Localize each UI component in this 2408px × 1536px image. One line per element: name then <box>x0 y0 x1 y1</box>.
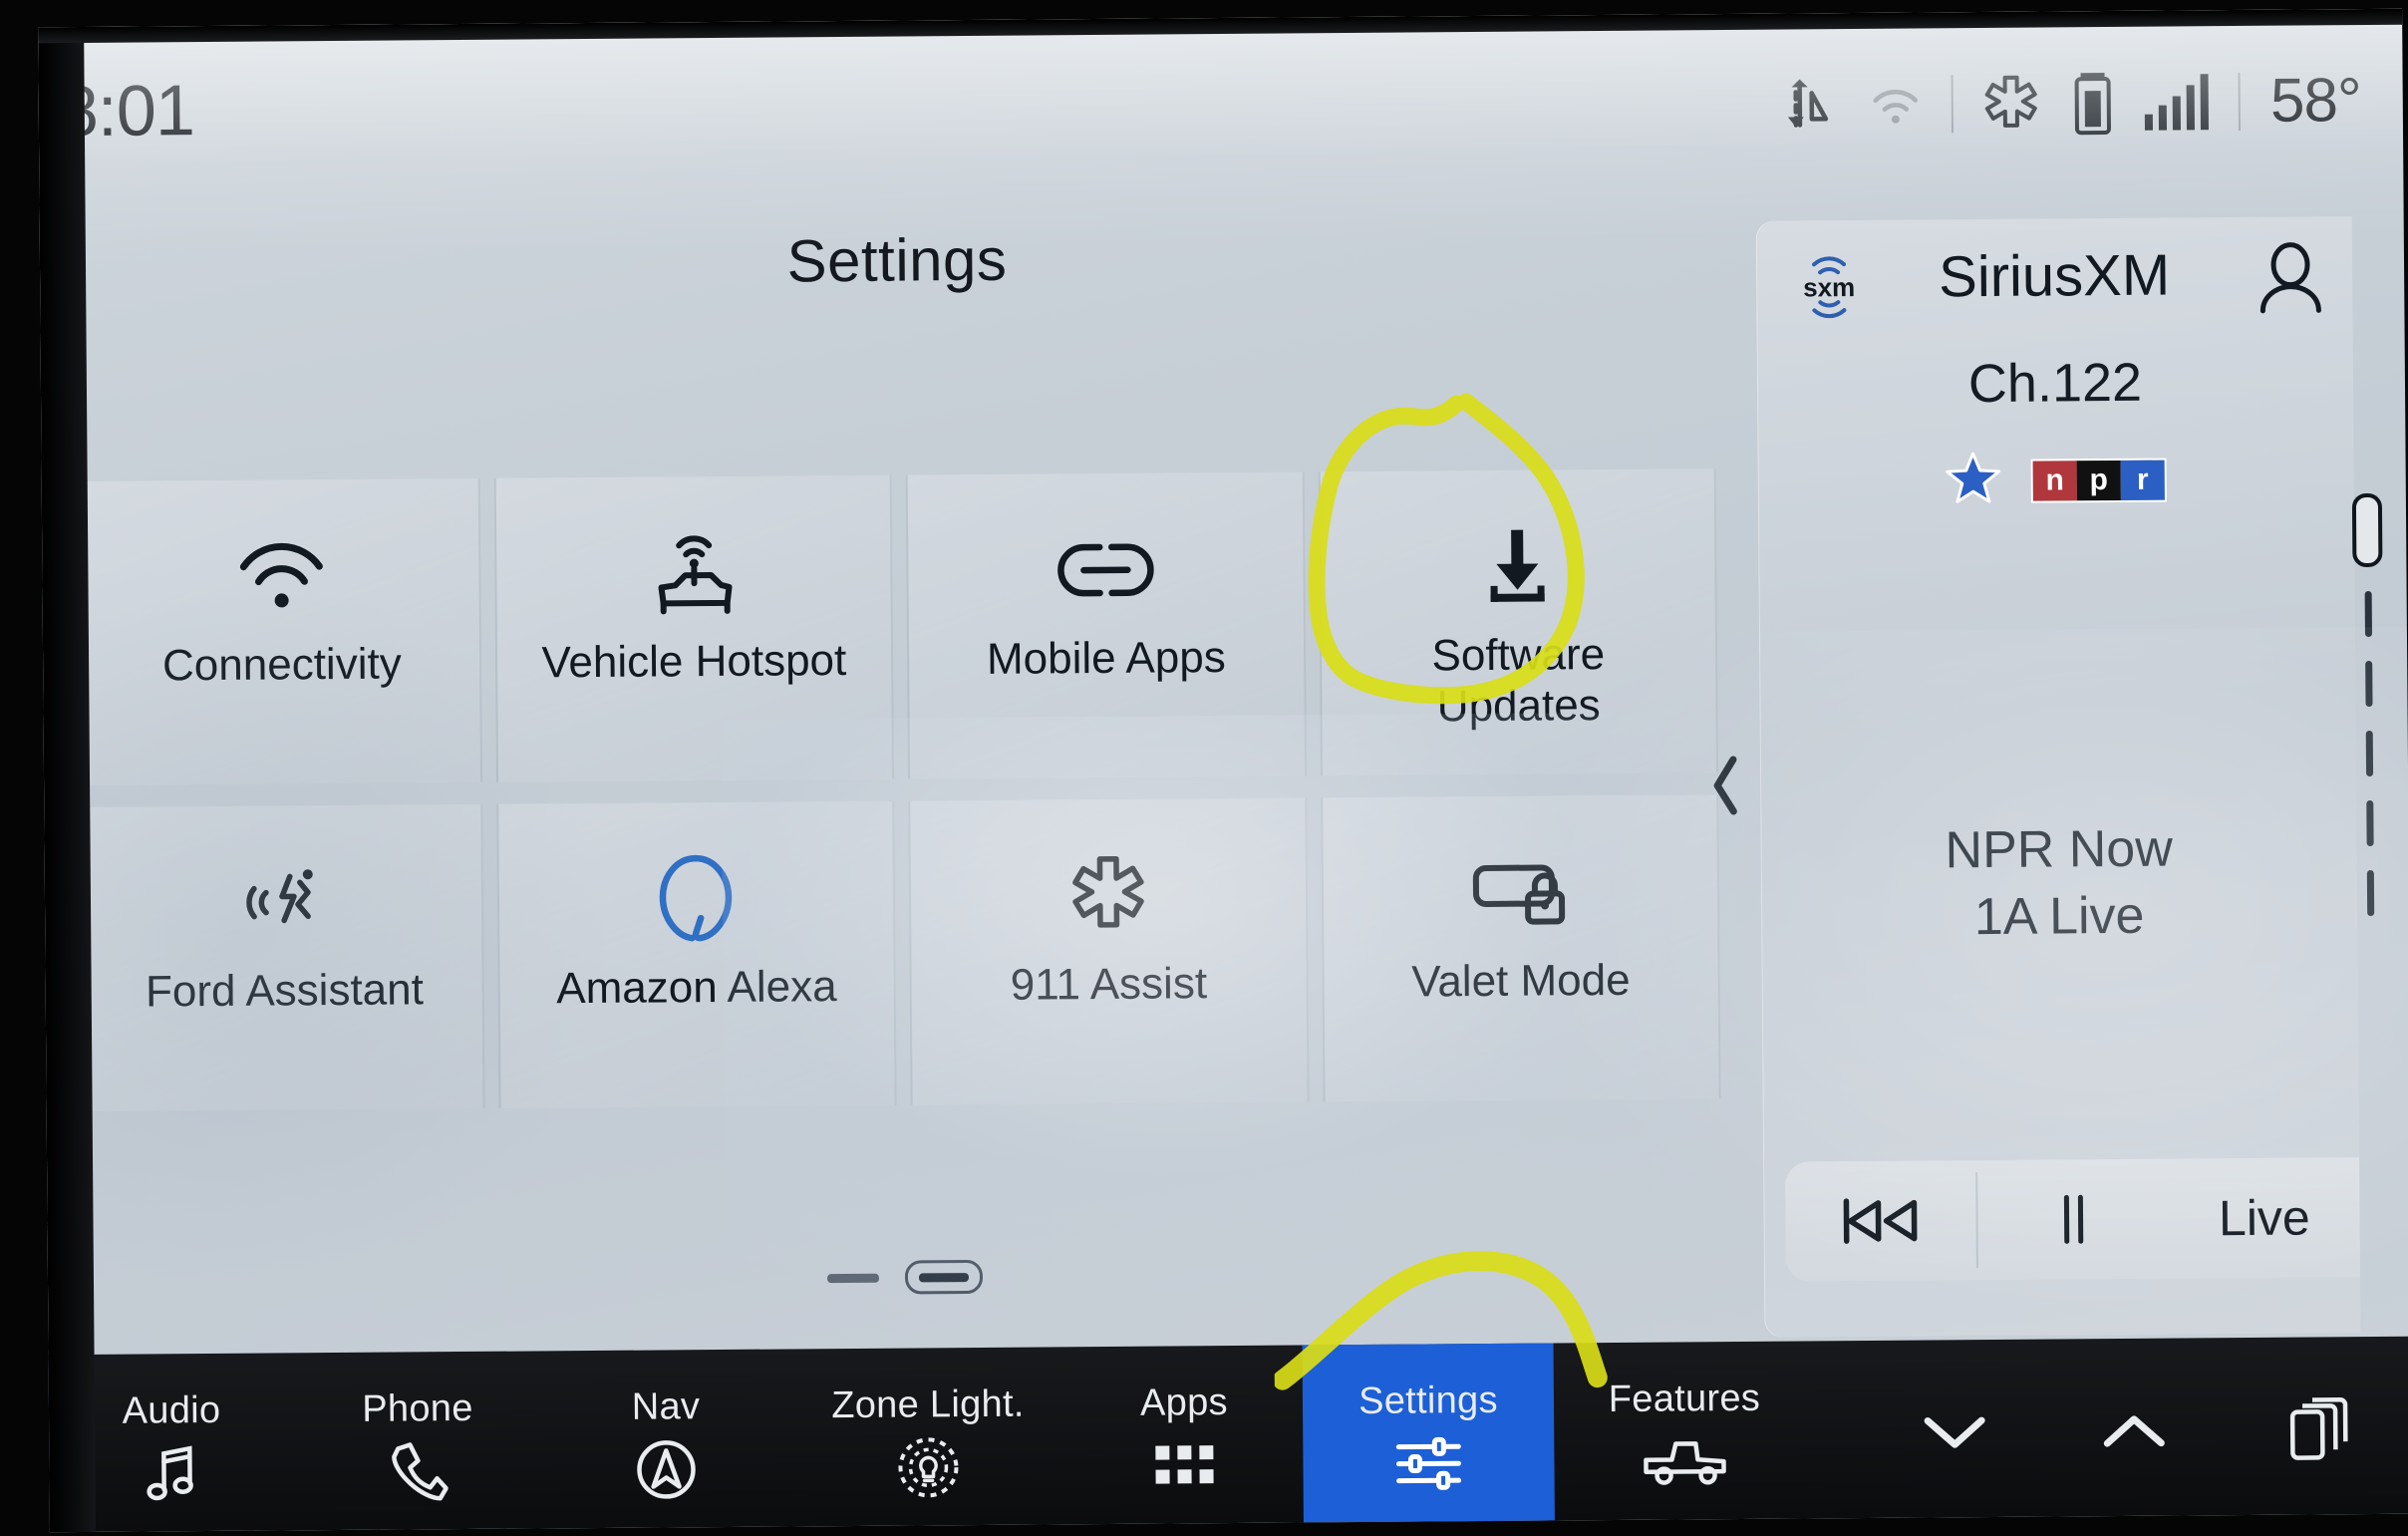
status-icon-group: 58° <box>1776 65 2361 141</box>
tile-label: Ford Assistant <box>145 965 425 1017</box>
live-button[interactable]: Live <box>2169 1157 2360 1278</box>
npr-logo: n p r <box>2030 458 2167 503</box>
nav-label: Nav <box>631 1384 701 1428</box>
nav-item-nav[interactable]: Nav <box>541 1349 791 1528</box>
cellular-signal-icon <box>2143 72 2213 133</box>
tile-label: Mobile Apps <box>986 632 1226 684</box>
media-panel: sxm SiriusXM Ch.122 n p r NPR Now 1A Liv… <box>1755 216 2361 1338</box>
tile-ford-assistant[interactable]: Ford Assistant <box>84 803 485 1111</box>
alexa-ring-icon <box>653 840 740 959</box>
vehicle-hotspot-icon <box>641 514 746 633</box>
apps-grid-icon <box>1153 1434 1215 1496</box>
tile-amazon-alexa[interactable]: Amazon Alexa <box>495 800 897 1108</box>
voice-assistant-icon <box>237 843 330 962</box>
scrollbar-tick <box>2365 730 2373 777</box>
tile-label: Software Updates <box>1321 628 1715 734</box>
status-bar: 8:01 58° <box>38 25 2403 193</box>
nav-control-expand[interactable] <box>2044 1338 2225 1516</box>
tile-connectivity[interactable]: Connectivity <box>81 477 482 786</box>
now-playing-title: NPR Now <box>1945 819 2173 880</box>
page-dot-1[interactable] <box>826 1273 880 1283</box>
now-playing-subtitle: 1A Live <box>1973 886 2145 946</box>
page-dot-2-active[interactable] <box>904 1259 984 1295</box>
valet-lock-icon <box>1468 833 1573 952</box>
media-panel-header: sxm SiriusXM <box>1756 216 2353 341</box>
bottom-nav-bar: Audio Phone Nav Zone Light. Apps Setting… <box>48 1336 2408 1533</box>
scrollbar-thumb[interactable] <box>2351 492 2383 568</box>
profile-icon[interactable] <box>2255 240 2327 322</box>
chevron-left-icon[interactable] <box>1696 746 1757 825</box>
zone-lighting-icon <box>896 1436 960 1499</box>
transport-controls: Live <box>1785 1157 2361 1282</box>
nav-control-recents[interactable] <box>2224 1337 2408 1515</box>
npr-letter-r: r <box>2120 460 2165 500</box>
truck-icon <box>1642 1430 1727 1493</box>
scrollbar-tick <box>2364 590 2372 638</box>
nav-control-collapse[interactable] <box>1865 1340 2045 1518</box>
npr-letter-p: p <box>2076 460 2121 500</box>
tile-911-assist[interactable]: 911 Assist <box>908 797 1310 1105</box>
pause-button[interactable] <box>1977 1159 2169 1280</box>
navigation-icon <box>635 1438 697 1500</box>
photo-frame: 8:01 58° Settings Connectivity Vehicle H… <box>0 0 2408 1536</box>
tile-mobile-apps[interactable]: Mobile Apps <box>905 471 1307 779</box>
nav-label: Apps <box>1139 1381 1229 1424</box>
nav-label: Audio <box>122 1388 221 1432</box>
tile-valet-mode[interactable]: Valet Mode <box>1320 794 1721 1102</box>
emergency-assist-icon <box>1979 71 2044 136</box>
vehicle-touchscreen: 8:01 58° Settings Connectivity Vehicle H… <box>38 8 2408 1533</box>
wifi-icon <box>235 517 328 636</box>
nav-item-phone[interactable]: Phone <box>294 1351 542 1530</box>
nav-label: Zone Light. <box>831 1382 1025 1426</box>
npr-letter-n: n <box>2032 460 2077 501</box>
link-icon <box>1055 511 1156 630</box>
settings-tile-grid: Connectivity Vehicle Hotspot Mobile Apps… <box>81 468 1721 1129</box>
chevron-down-icon <box>1920 1401 1989 1464</box>
nav-label: Phone <box>362 1386 473 1430</box>
favorite-star-icon[interactable] <box>1946 451 2001 511</box>
chevron-up-icon <box>2099 1400 2169 1463</box>
page-title: Settings <box>786 225 1008 295</box>
screen-content: 8:01 58° Settings Connectivity Vehicle H… <box>38 25 2408 1360</box>
music-note-icon <box>144 1442 199 1504</box>
sliders-icon <box>1394 1432 1462 1495</box>
nav-label: Settings <box>1357 1379 1498 1422</box>
recent-cards-icon <box>2286 1396 2350 1461</box>
rewind-button[interactable] <box>1785 1160 1976 1281</box>
channel-number: Ch.122 <box>1967 352 2143 415</box>
download-icon <box>1476 507 1559 626</box>
status-divider <box>2238 72 2242 131</box>
phone-icon <box>388 1440 449 1502</box>
tile-label: 911 Assist <box>1010 959 1208 1010</box>
nav-item-features[interactable]: Features <box>1554 1341 1816 1520</box>
status-divider <box>1951 74 1955 133</box>
nav-item-settings[interactable]: Settings <box>1302 1343 1555 1523</box>
nav-label: Features <box>1608 1377 1761 1420</box>
now-playing: NPR Now 1A Live <box>1760 814 2357 952</box>
data-transfer-icon <box>1776 73 1841 138</box>
scrollbar-tick <box>2364 660 2373 708</box>
wifi-icon <box>1866 76 1926 132</box>
tile-label: Valet Mode <box>1411 955 1631 1007</box>
tile-label-line2: Updates <box>1436 681 1601 732</box>
scrollbar-tick <box>2366 869 2374 917</box>
scrollbar-tick <box>2365 799 2374 847</box>
tile-label: Amazon Alexa <box>556 962 837 1014</box>
tile-label: Vehicle Hotspot <box>541 635 847 688</box>
nav-item-apps[interactable]: Apps <box>1065 1345 1304 1524</box>
tile-label-line1: Software <box>1431 630 1606 681</box>
station-row: n p r <box>1758 448 2354 513</box>
page-indicator <box>48 1254 1762 1302</box>
tile-software-updates[interactable]: Software Updates <box>1318 468 1719 776</box>
vertical-scrollbar[interactable] <box>2346 492 2392 1052</box>
nav-item-zone-lighting[interactable]: Zone Light. <box>790 1347 1066 1526</box>
battery-icon <box>2073 68 2114 136</box>
tile-label: Connectivity <box>161 639 402 691</box>
outside-temperature: 58° <box>2269 66 2362 136</box>
tile-vehicle-hotspot[interactable]: Vehicle Hotspot <box>493 474 895 782</box>
emergency-assist-icon <box>1063 837 1152 956</box>
